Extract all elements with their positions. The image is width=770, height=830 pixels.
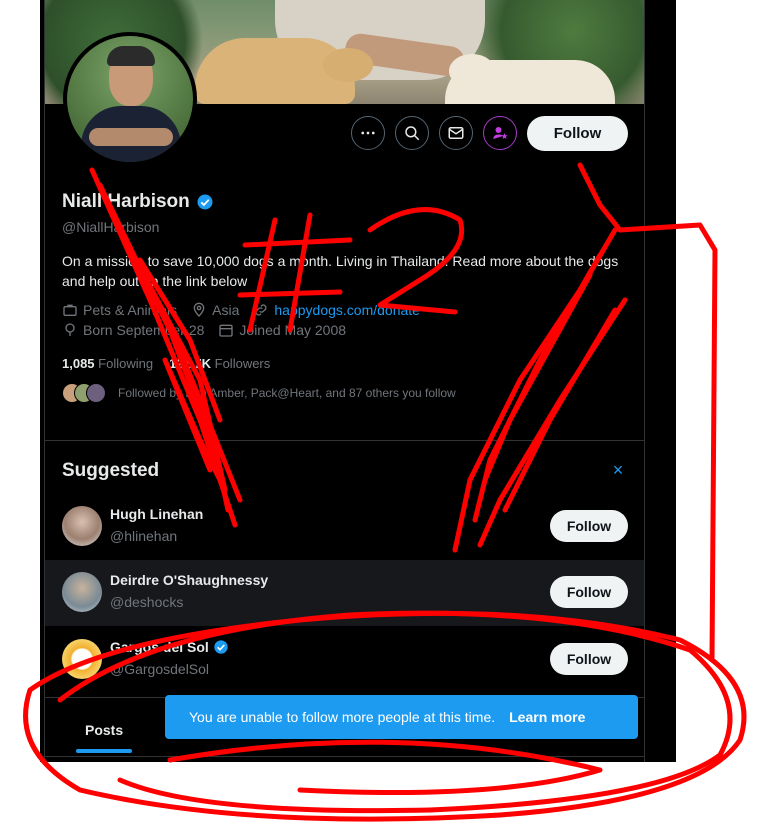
website-link[interactable]: happydogs.com/donate [274,302,420,318]
profile-name-row: Niall Harbison [62,191,214,213]
mail-icon [448,127,464,139]
followers-link[interactable]: 121.7K Followers [169,356,270,371]
avatar[interactable] [63,32,197,166]
location-text: Asia [212,302,240,318]
right-sidebar-edge [644,0,676,762]
verified-badge-icon [214,640,228,654]
tab-posts[interactable]: Posts [85,722,123,738]
link-icon [255,304,267,316]
toast-message: You are unable to follow more people at … [189,709,496,725]
suggested-follow-button[interactable]: Follow [550,643,628,675]
followed-by-text: Followed by Bob Amber, Pack@Heart, and 8… [118,386,456,400]
category-text: Pets & Animals [83,302,178,318]
suggested-user-name[interactable]: Deirdre O'Shaughnessy [110,572,268,588]
suggested-user-avatar[interactable] [62,572,102,612]
toast-notification: You are unable to follow more people at … [165,695,638,739]
mini-avatar [86,383,106,403]
suggested-follow-button[interactable]: Follow [550,576,628,608]
following-count: 1,085 [62,356,95,371]
followed-by-avatars [62,383,106,403]
more-options-button[interactable] [351,116,385,150]
suggested-user-name[interactable]: Hugh Linehan [110,506,203,522]
briefcase-icon [63,304,77,316]
following-label: Following [98,356,154,371]
location-pin-icon [193,302,205,317]
followed-by[interactable]: Followed by Bob Amber, Pack@Heart, and 8… [62,383,456,403]
profile-meta-row-1: Pets & Animals Asia happydogs.com/donate [62,302,420,318]
active-tab-indicator [76,749,132,753]
subscribe-button[interactable] [483,116,517,150]
suggested-user-row[interactable]: Hugh Linehan @hlinehan Follow [45,494,645,560]
suggested-close-button[interactable]: × [607,460,629,482]
search-icon [405,126,420,141]
born-item: Born September 28 [62,322,204,338]
category-item: Pets & Animals [62,302,177,318]
location-item: Asia [191,302,239,318]
profile-column: Follow Niall Harbison @NiallHarbison On … [44,0,646,762]
more-icon [361,131,375,135]
born-text: Born September 28 [83,322,205,338]
toast-learn-more-link[interactable]: Learn more [509,709,585,725]
suggested-user-row[interactable]: Gargos del Sol @GargosdelSol Follow [45,627,645,693]
followers-count: 121.7K [169,356,212,371]
suggested-user-row[interactable]: Deirdre O'Shaughnessy @deshocks Follow [45,560,645,626]
suggested-user-name-row: Gargos del Sol [110,639,229,655]
search-button[interactable] [395,116,429,150]
suggested-user-handle: @deshocks [110,594,184,610]
joined-item: Joined May 2008 [218,322,346,338]
subscribe-person-star-icon [493,127,508,139]
suggested-user-avatar[interactable] [62,639,102,679]
profile-bio: On a mission to save 10,000 dogs a month… [62,253,619,289]
joined-text: Joined May 2008 [239,322,347,338]
suggested-title: Suggested [62,460,160,481]
section-divider [45,440,645,441]
suggested-user-handle: @hlinehan [110,528,178,544]
message-button[interactable] [439,116,473,150]
verified-badge-icon[interactable] [196,193,214,211]
followers-label: Followers [214,356,271,371]
following-link[interactable]: 1,085 Following [62,356,153,371]
bottom-divider [45,756,645,757]
follow-counts: 1,085 Following 121.7K Followers [62,356,270,371]
profile-handle: @NiallHarbison [62,219,160,235]
follow-button[interactable]: Follow [527,116,628,151]
profile-name: Niall Harbison [62,191,190,212]
suggested-follow-button[interactable]: Follow [550,510,628,542]
balloon-icon [65,323,75,336]
website-item[interactable]: happydogs.com/donate [253,302,420,318]
suggested-user-handle: @GargosdelSol [110,661,210,677]
calendar-icon [219,324,234,337]
suggested-user-name[interactable]: Gargos del Sol [110,639,209,655]
profile-panel: Follow Niall Harbison @NiallHarbison On … [40,0,676,762]
profile-meta-row-2: Born September 28 Joined May 2008 [62,322,346,338]
suggested-user-avatar[interactable] [62,506,102,546]
